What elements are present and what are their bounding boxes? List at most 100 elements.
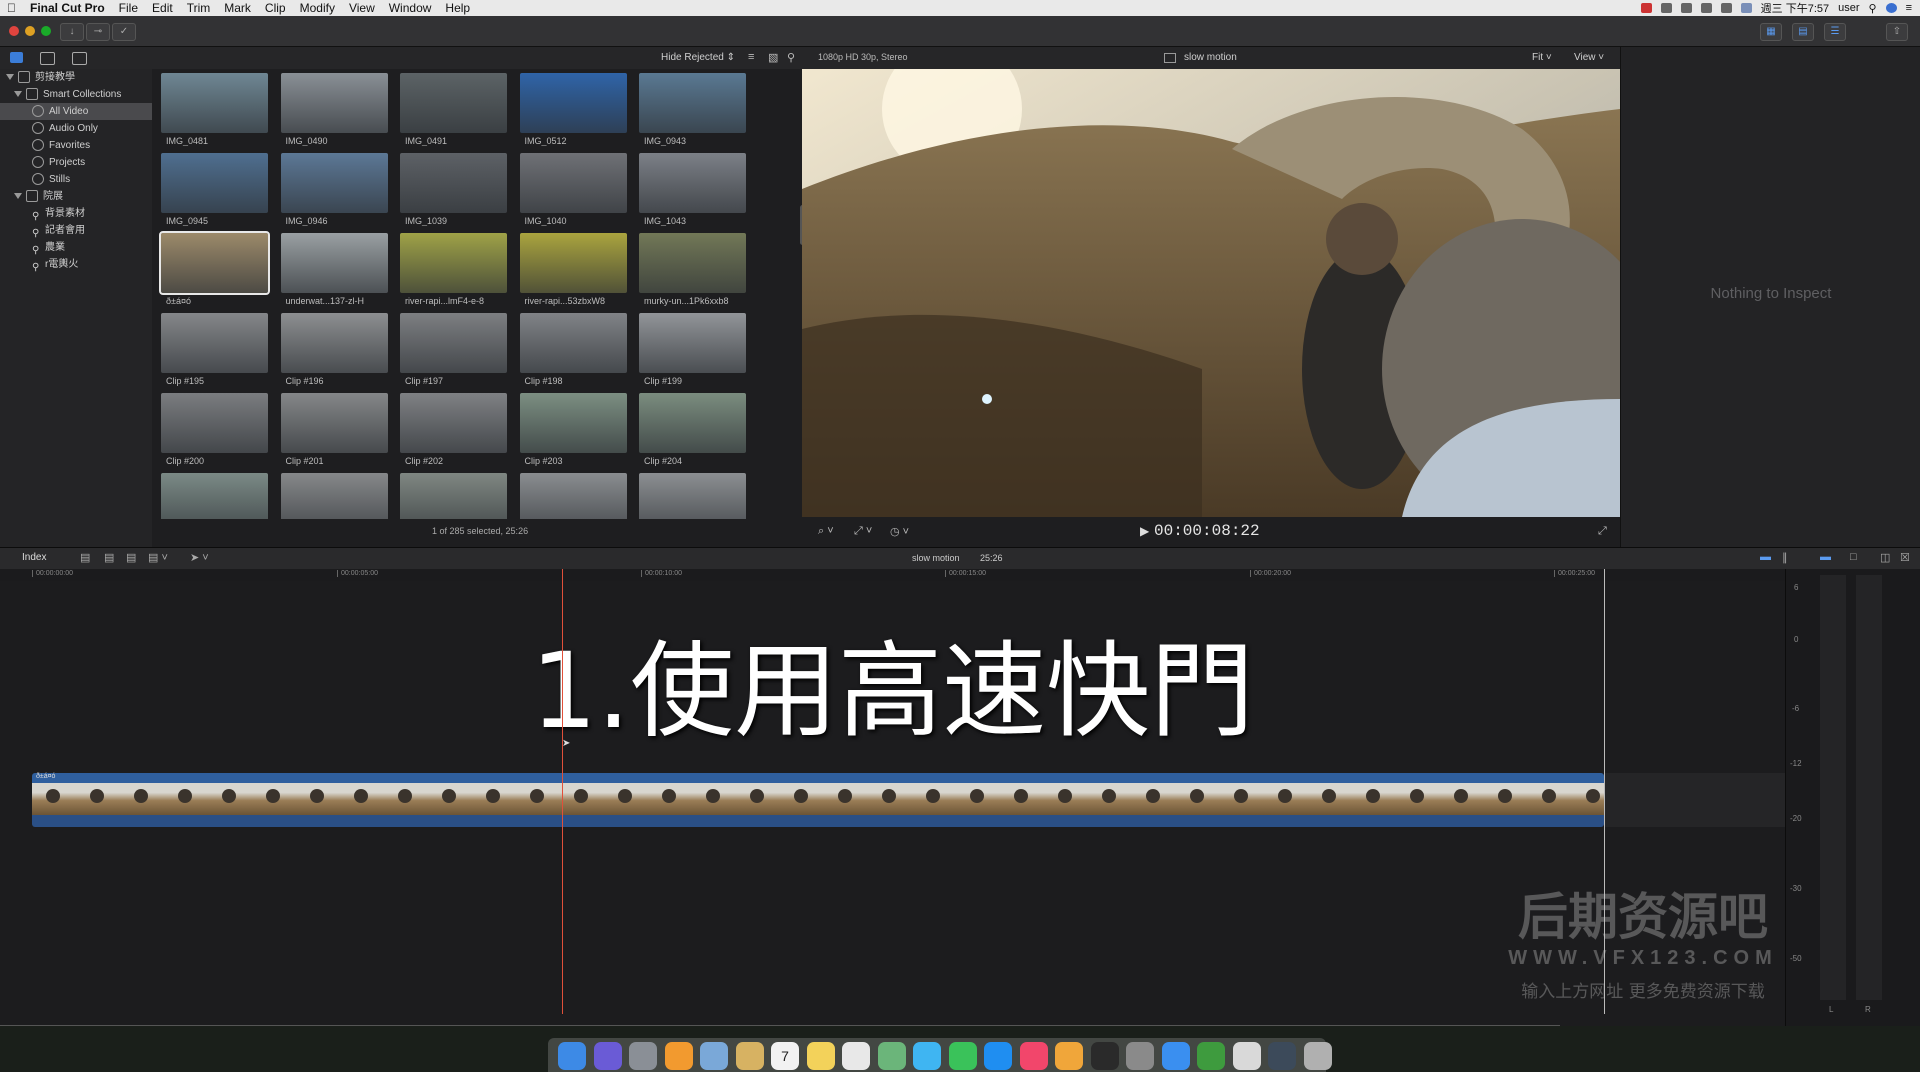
- keyword-collection[interactable]: ⚲ 背景素材: [0, 205, 152, 222]
- facetime-icon[interactable]: [948, 1042, 977, 1070]
- close-window-icon[interactable]: [9, 26, 19, 36]
- timeline[interactable]: 1.使用高速快門 ð±á¤ó ➤ 后期资源吧 WWW.VFX123.COM 输入…: [0, 569, 1785, 1028]
- messages-icon[interactable]: [913, 1042, 941, 1070]
- trash-icon[interactable]: [1303, 1042, 1332, 1070]
- smart-collections-folder[interactable]: Smart Collections: [0, 86, 152, 103]
- clip-thumbnail[interactable]: [280, 313, 388, 373]
- user-menu[interactable]: user: [1838, 2, 1859, 14]
- clip-thumbnail[interactable]: [159, 231, 270, 295]
- fullscreen-icon[interactable]: ⤢: [1598, 525, 1607, 538]
- clip-appearance-timeline-icon[interactable]: □: [1850, 551, 1857, 563]
- transitions-browser-icon[interactable]: ◫: [1880, 551, 1890, 564]
- clip-thumbnail[interactable]: [280, 153, 388, 213]
- app-store-icon[interactable]: [984, 1042, 1012, 1070]
- stickies-icon[interactable]: [806, 1042, 835, 1070]
- clip-thumbnail[interactable]: [400, 153, 507, 213]
- share-button[interactable]: ⇧: [1886, 23, 1908, 41]
- clip-thumbnail[interactable]: [161, 73, 268, 133]
- books-icon[interactable]: [664, 1042, 693, 1070]
- calendar-icon[interactable]: 7: [771, 1042, 799, 1070]
- menu-window[interactable]: Window: [382, 1, 439, 15]
- photos-audio-icon[interactable]: [40, 52, 55, 65]
- spotlight-icon[interactable]: ⚲: [1869, 2, 1877, 15]
- final-cut-icon[interactable]: [1090, 1042, 1119, 1070]
- smart-item-stills[interactable]: Stills: [0, 171, 152, 188]
- smart-item-favorites[interactable]: Favorites: [0, 137, 152, 154]
- clip-thumbnail[interactable]: [280, 473, 388, 519]
- preview-icon[interactable]: [700, 1042, 728, 1070]
- select-tool-icon[interactable]: ➤ ˅: [190, 551, 209, 564]
- clip-appearance-icon[interactable]: ▧: [768, 51, 778, 64]
- transform-icon[interactable]: ⤢ ˅: [854, 525, 872, 538]
- clip-name-bar[interactable]: ð±á¤ó: [32, 773, 1604, 783]
- list-view-icon[interactable]: ≡: [748, 51, 754, 63]
- clip-thumbnail[interactable]: [639, 153, 746, 213]
- bluetooth-icon[interactable]: [1680, 3, 1692, 13]
- clip-thumbnail[interactable]: [519, 73, 627, 133]
- filter-popup[interactable]: Hide Rejected ⇕: [661, 52, 735, 63]
- photos-icon[interactable]: [1055, 1042, 1083, 1070]
- menu-modify[interactable]: Modify: [293, 1, 342, 15]
- keyword-collection[interactable]: ⚲ r電輿火: [0, 256, 152, 273]
- playhead[interactable]: [562, 569, 563, 1014]
- clip-thumbnail[interactable]: [519, 313, 627, 373]
- zoom-popup[interactable]: Fit ˅: [1532, 52, 1552, 63]
- skimming-icon[interactable]: ▬: [1820, 551, 1831, 563]
- connect-clip-icon[interactable]: ▤: [80, 551, 90, 564]
- clip-thumbnail[interactable]: [280, 393, 388, 453]
- search-icon[interactable]: ⚲: [787, 51, 795, 64]
- libraries-icon[interactable]: [10, 52, 23, 63]
- background-tasks-button[interactable]: ✓: [112, 23, 136, 41]
- clip-thumbnail[interactable]: [400, 233, 507, 293]
- import-button[interactable]: ↓: [60, 23, 84, 41]
- clip-thumbnail[interactable]: [519, 233, 627, 293]
- clip-thumbnail[interactable]: [519, 473, 627, 519]
- clip-thumbnail[interactable]: [161, 313, 268, 373]
- clip-thumbnail[interactable]: [639, 233, 746, 293]
- retime-icon[interactable]: ◷ ˅: [890, 525, 909, 538]
- play-button[interactable]: ▶: [1140, 524, 1149, 538]
- keyword-collection[interactable]: ⚲ 記者會用: [0, 222, 152, 239]
- library-item[interactable]: 剪接教學: [0, 69, 152, 86]
- siri-icon[interactable]: [593, 1042, 622, 1070]
- compressor-icon[interactable]: [1197, 1042, 1225, 1070]
- show-inspector-button[interactable]: ☰: [1824, 23, 1846, 41]
- smart-item-projects[interactable]: Projects: [0, 154, 152, 171]
- menu-mark[interactable]: Mark: [217, 1, 258, 15]
- launchpad-icon[interactable]: [629, 1042, 657, 1070]
- insert-clip-icon[interactable]: ▤: [104, 551, 114, 564]
- clip-thumbnail[interactable]: [639, 473, 746, 519]
- menu-edit[interactable]: Edit: [145, 1, 180, 15]
- view-options-popup[interactable]: View ˅: [1574, 52, 1604, 63]
- music-icon[interactable]: [1019, 1042, 1048, 1070]
- clip-thumbnail[interactable]: [400, 73, 507, 133]
- zoom-window-icon[interactable]: [41, 26, 51, 36]
- reminders-icon[interactable]: [842, 1042, 870, 1070]
- smart-item-audio-only[interactable]: Audio Only: [0, 120, 152, 137]
- clip-thumbnail[interactable]: [280, 73, 388, 133]
- disclosure-icon[interactable]: [14, 193, 22, 200]
- app-menu[interactable]: Final Cut Pro: [23, 1, 112, 15]
- system-prefs-icon[interactable]: [1126, 1042, 1154, 1070]
- apple-menu-icon[interactable]: : [0, 1, 23, 15]
- audio-meters-icon[interactable]: ∥: [1782, 551, 1788, 564]
- keywords-button[interactable]: ⊸: [86, 23, 110, 41]
- clock[interactable]: 週三 下午7:57: [1761, 0, 1829, 16]
- disclosure-icon[interactable]: [6, 74, 14, 81]
- siri-status-icon[interactable]: [1885, 3, 1897, 13]
- menu-trim[interactable]: Trim: [180, 1, 218, 15]
- menu-view[interactable]: View: [342, 1, 382, 15]
- notes-icon[interactable]: [735, 1042, 764, 1070]
- finder-icon[interactable]: [558, 1042, 586, 1070]
- eject-icon[interactable]: [1720, 3, 1732, 13]
- flag-icon[interactable]: [1740, 3, 1752, 13]
- minimize-window-icon[interactable]: [25, 26, 35, 36]
- clip-thumbnail[interactable]: [400, 393, 507, 453]
- append-clip-icon[interactable]: ▤: [126, 551, 136, 564]
- sync-icon[interactable]: [1660, 3, 1672, 13]
- clip-thumbnail[interactable]: [519, 393, 627, 453]
- clip-thumbnail[interactable]: [400, 313, 507, 373]
- show-timeline-button[interactable]: ▤: [1792, 23, 1814, 41]
- menu-file[interactable]: File: [112, 1, 145, 15]
- index-button[interactable]: Index: [22, 552, 46, 563]
